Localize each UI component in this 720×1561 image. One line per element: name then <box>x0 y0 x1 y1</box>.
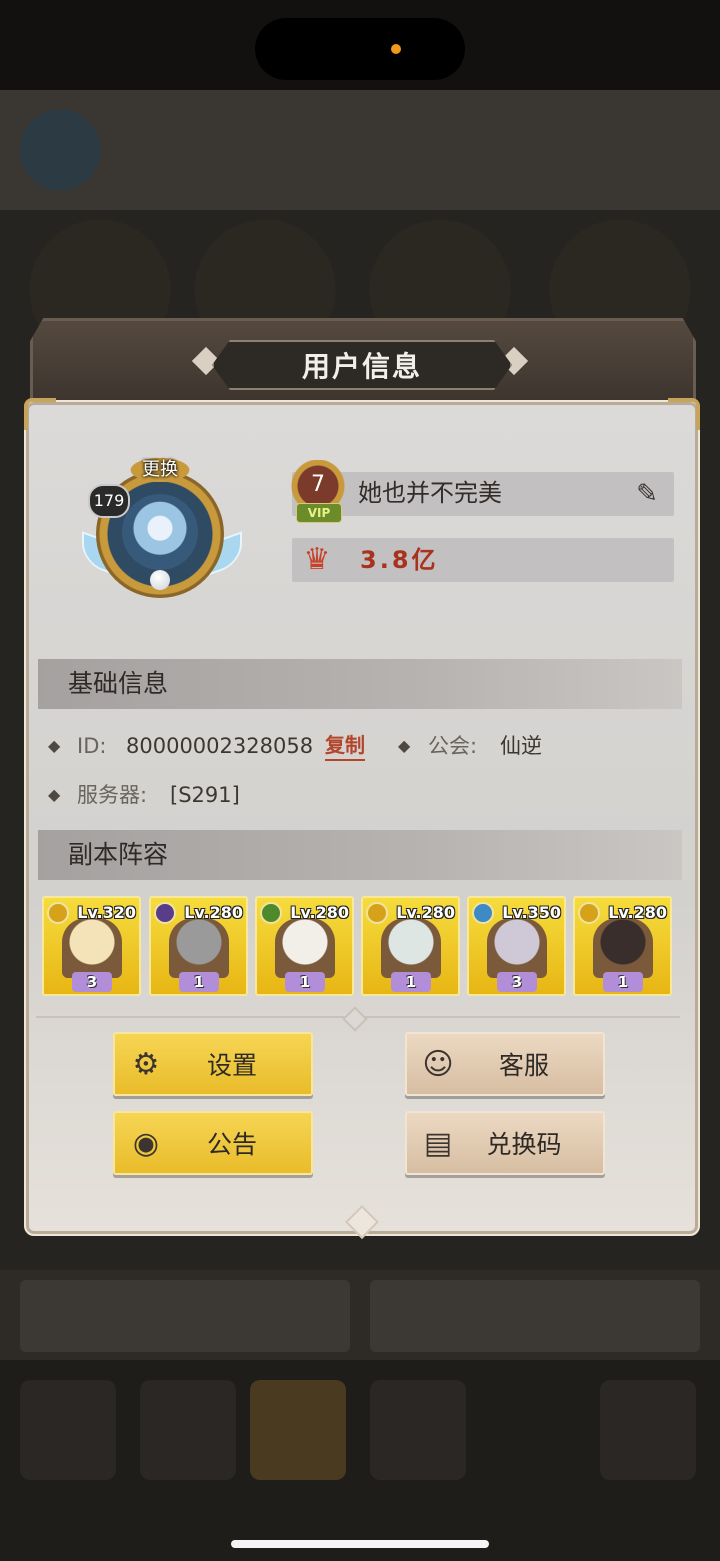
edit-name-icon[interactable]: ✎ <box>630 478 664 510</box>
diamond-icon: ◆ <box>48 785 61 804</box>
hero-portrait <box>381 918 441 978</box>
background-nav-item <box>600 1380 696 1480</box>
hero-portrait <box>593 918 653 978</box>
diamond-icon: ◆ <box>398 736 411 755</box>
gear-icon: ⚙ <box>132 1046 160 1082</box>
settings-button-label: 设置 <box>206 1051 257 1080</box>
section-title-basic-info: 基础信息 <box>68 669 169 698</box>
element-icon <box>578 902 600 924</box>
background-nav-item <box>20 1380 116 1480</box>
notice-button[interactable]: ◉ 公告 <box>113 1111 313 1175</box>
diamond-icon: ◆ <box>48 736 61 755</box>
power-value: 3.8亿 <box>360 546 439 574</box>
hero-level: Lv.280 <box>290 903 349 922</box>
hero-level: Lv.280 <box>184 903 243 922</box>
hero-card[interactable]: Lv.320 3 <box>42 896 141 996</box>
vip-level: 7 <box>311 472 325 497</box>
notice-button-label: 公告 <box>206 1130 257 1159</box>
hero-card[interactable]: Lv.280 1 <box>255 896 354 996</box>
player-level-badge: 179 <box>88 484 130 518</box>
hero-portrait <box>169 918 229 978</box>
support-button-label: 客服 <box>498 1051 549 1080</box>
hero-star-count: 1 <box>179 972 219 992</box>
hero-card[interactable]: Lv.280 1 <box>573 896 672 996</box>
hero-portrait <box>62 918 122 978</box>
background-nav-item <box>250 1380 346 1480</box>
copy-id-button[interactable]: 复制 <box>325 731 365 761</box>
hero-portrait <box>487 918 547 978</box>
location-pin-icon: ◉ <box>132 1125 160 1161</box>
id-label: ID: <box>77 734 107 758</box>
corner-ornament <box>668 398 700 430</box>
home-indicator[interactable] <box>231 1540 489 1548</box>
hero-star-count: 1 <box>391 972 431 992</box>
hero-card[interactable]: Lv.280 1 <box>149 896 248 996</box>
hero-star-count: 1 <box>285 972 325 992</box>
change-avatar-button[interactable]: 更换 <box>126 456 194 484</box>
guild-value: 仙逆 <box>500 734 542 758</box>
power-icon: ♛ <box>303 542 331 577</box>
hero-star-count: 3 <box>72 972 112 992</box>
hero-portrait <box>275 918 335 978</box>
dynamic-island <box>255 18 465 80</box>
hero-level: Lv.350 <box>502 903 561 922</box>
guild-label: 公会: <box>428 734 478 758</box>
corner-ornament <box>24 398 56 430</box>
redeem-code-button[interactable]: ▤ 兑换码 <box>405 1111 605 1175</box>
nickname: 她也并不完美 <box>358 479 502 507</box>
headset-icon: ☺ <box>422 1046 454 1082</box>
hero-star-count: 3 <box>497 972 537 992</box>
server-label: 服务器: <box>77 783 148 807</box>
element-icon <box>47 902 69 924</box>
hero-level: Lv.320 <box>77 903 136 922</box>
hero-level: Lv.280 <box>396 903 455 922</box>
hero-star-count: 1 <box>603 972 643 992</box>
element-icon <box>154 902 176 924</box>
element-icon <box>260 902 282 924</box>
element-icon <box>366 902 388 924</box>
support-button[interactable]: ☺ 客服 <box>405 1032 605 1096</box>
notebook-icon: ▤ <box>423 1125 453 1161</box>
background-nav-item <box>140 1380 236 1480</box>
power-bar <box>292 538 674 582</box>
element-icon <box>472 902 494 924</box>
dialog-title: 用户信息 <box>301 350 422 383</box>
hero-level: Lv.280 <box>608 903 667 922</box>
hero-card[interactable]: Lv.280 1 <box>361 896 460 996</box>
settings-button[interactable]: ⚙ 设置 <box>113 1032 313 1096</box>
avatar[interactable] <box>122 494 198 570</box>
title-plate: 用户信息 <box>212 340 512 390</box>
redeem-code-button-label: 兑换码 <box>486 1130 562 1159</box>
hero-card[interactable]: Lv.350 3 <box>467 896 566 996</box>
id-value: 80000002328058 <box>126 734 314 758</box>
camera-indicator <box>391 44 401 54</box>
vip-tag: VIP <box>296 503 342 523</box>
section-title-lineup: 副本阵容 <box>68 840 169 869</box>
background-bar <box>370 1280 700 1352</box>
server-value: [S291] <box>170 783 240 807</box>
background-nav-item <box>370 1380 466 1480</box>
background-bar <box>20 1280 350 1352</box>
pearl-ornament <box>150 570 170 590</box>
